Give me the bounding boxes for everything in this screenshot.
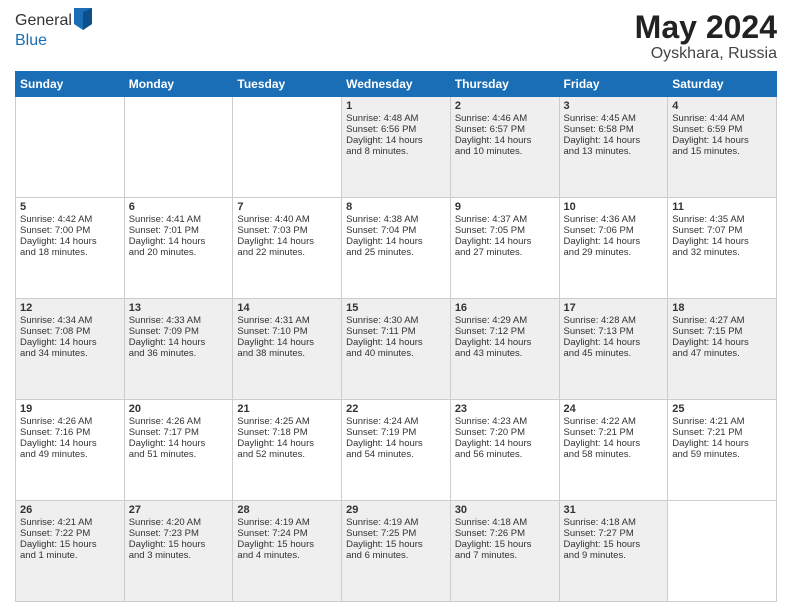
day-number: 10 <box>564 201 664 213</box>
calendar-cell: 30Sunrise: 4:18 AMSunset: 7:26 PMDayligh… <box>450 501 559 602</box>
calendar-cell: 26Sunrise: 4:21 AMSunset: 7:22 PMDayligh… <box>16 501 125 602</box>
calendar: Sunday Monday Tuesday Wednesday Thursday… <box>15 71 777 602</box>
calendar-week-row: 12Sunrise: 4:34 AMSunset: 7:08 PMDayligh… <box>16 299 777 400</box>
day-number: 3 <box>564 100 664 112</box>
calendar-cell: 7Sunrise: 4:40 AMSunset: 7:03 PMDaylight… <box>233 198 342 299</box>
calendar-cell <box>233 97 342 198</box>
logo-general-text: General <box>15 12 72 30</box>
day-number: 2 <box>455 100 555 112</box>
page: General Blue May 2024 Oyskhara, Russia S… <box>0 0 792 612</box>
day-number: 8 <box>346 201 446 213</box>
calendar-cell: 18Sunrise: 4:27 AMSunset: 7:15 PMDayligh… <box>668 299 777 400</box>
day-number: 22 <box>346 403 446 415</box>
calendar-week-row: 26Sunrise: 4:21 AMSunset: 7:22 PMDayligh… <box>16 501 777 602</box>
day-number: 15 <box>346 302 446 314</box>
day-number: 9 <box>455 201 555 213</box>
day-number: 24 <box>564 403 664 415</box>
col-sunday: Sunday <box>16 72 125 97</box>
calendar-cell: 28Sunrise: 4:19 AMSunset: 7:24 PMDayligh… <box>233 501 342 602</box>
calendar-cell: 8Sunrise: 4:38 AMSunset: 7:04 PMDaylight… <box>342 198 451 299</box>
calendar-cell: 3Sunrise: 4:45 AMSunset: 6:58 PMDaylight… <box>559 97 668 198</box>
calendar-header-row: Sunday Monday Tuesday Wednesday Thursday… <box>16 72 777 97</box>
calendar-cell: 11Sunrise: 4:35 AMSunset: 7:07 PMDayligh… <box>668 198 777 299</box>
calendar-cell: 16Sunrise: 4:29 AMSunset: 7:12 PMDayligh… <box>450 299 559 400</box>
calendar-cell: 1Sunrise: 4:48 AMSunset: 6:56 PMDaylight… <box>342 97 451 198</box>
location: Oyskhara, Russia <box>635 45 777 63</box>
calendar-cell: 31Sunrise: 4:18 AMSunset: 7:27 PMDayligh… <box>559 501 668 602</box>
calendar-cell: 13Sunrise: 4:33 AMSunset: 7:09 PMDayligh… <box>124 299 233 400</box>
day-number: 30 <box>455 504 555 516</box>
day-number: 1 <box>346 100 446 112</box>
calendar-week-row: 1Sunrise: 4:48 AMSunset: 6:56 PMDaylight… <box>16 97 777 198</box>
day-number: 4 <box>672 100 772 112</box>
title-block: May 2024 Oyskhara, Russia <box>635 10 777 63</box>
day-number: 26 <box>20 504 120 516</box>
calendar-week-row: 19Sunrise: 4:26 AMSunset: 7:16 PMDayligh… <box>16 400 777 501</box>
calendar-cell: 2Sunrise: 4:46 AMSunset: 6:57 PMDaylight… <box>450 97 559 198</box>
day-number: 20 <box>129 403 229 415</box>
day-number: 16 <box>455 302 555 314</box>
logo-blue-text: Blue <box>15 32 47 49</box>
day-number: 21 <box>237 403 337 415</box>
col-wednesday: Wednesday <box>342 72 451 97</box>
col-monday: Monday <box>124 72 233 97</box>
day-number: 27 <box>129 504 229 516</box>
month-year: May 2024 <box>635 10 777 45</box>
calendar-cell: 22Sunrise: 4:24 AMSunset: 7:19 PMDayligh… <box>342 400 451 501</box>
day-number: 7 <box>237 201 337 213</box>
calendar-cell: 24Sunrise: 4:22 AMSunset: 7:21 PMDayligh… <box>559 400 668 501</box>
calendar-cell <box>16 97 125 198</box>
calendar-cell: 12Sunrise: 4:34 AMSunset: 7:08 PMDayligh… <box>16 299 125 400</box>
calendar-cell: 20Sunrise: 4:26 AMSunset: 7:17 PMDayligh… <box>124 400 233 501</box>
col-friday: Friday <box>559 72 668 97</box>
calendar-cell: 21Sunrise: 4:25 AMSunset: 7:18 PMDayligh… <box>233 400 342 501</box>
day-number: 19 <box>20 403 120 415</box>
day-number: 13 <box>129 302 229 314</box>
day-number: 12 <box>20 302 120 314</box>
logo-icon <box>74 8 92 30</box>
calendar-week-row: 5Sunrise: 4:42 AMSunset: 7:00 PMDaylight… <box>16 198 777 299</box>
col-tuesday: Tuesday <box>233 72 342 97</box>
calendar-cell <box>668 501 777 602</box>
calendar-cell: 5Sunrise: 4:42 AMSunset: 7:00 PMDaylight… <box>16 198 125 299</box>
day-number: 25 <box>672 403 772 415</box>
day-number: 17 <box>564 302 664 314</box>
calendar-cell: 23Sunrise: 4:23 AMSunset: 7:20 PMDayligh… <box>450 400 559 501</box>
logo: General Blue <box>15 10 92 50</box>
day-number: 28 <box>237 504 337 516</box>
day-number: 14 <box>237 302 337 314</box>
day-number: 29 <box>346 504 446 516</box>
day-number: 31 <box>564 504 664 516</box>
calendar-cell: 4Sunrise: 4:44 AMSunset: 6:59 PMDaylight… <box>668 97 777 198</box>
day-number: 5 <box>20 201 120 213</box>
calendar-cell: 19Sunrise: 4:26 AMSunset: 7:16 PMDayligh… <box>16 400 125 501</box>
col-thursday: Thursday <box>450 72 559 97</box>
col-saturday: Saturday <box>668 72 777 97</box>
calendar-cell: 10Sunrise: 4:36 AMSunset: 7:06 PMDayligh… <box>559 198 668 299</box>
calendar-cell: 27Sunrise: 4:20 AMSunset: 7:23 PMDayligh… <box>124 501 233 602</box>
calendar-cell: 6Sunrise: 4:41 AMSunset: 7:01 PMDaylight… <box>124 198 233 299</box>
day-number: 11 <box>672 201 772 213</box>
calendar-cell: 29Sunrise: 4:19 AMSunset: 7:25 PMDayligh… <box>342 501 451 602</box>
calendar-cell: 15Sunrise: 4:30 AMSunset: 7:11 PMDayligh… <box>342 299 451 400</box>
day-number: 23 <box>455 403 555 415</box>
day-number: 6 <box>129 201 229 213</box>
header: General Blue May 2024 Oyskhara, Russia <box>15 10 777 63</box>
calendar-cell: 14Sunrise: 4:31 AMSunset: 7:10 PMDayligh… <box>233 299 342 400</box>
day-number: 18 <box>672 302 772 314</box>
calendar-cell <box>124 97 233 198</box>
calendar-cell: 25Sunrise: 4:21 AMSunset: 7:21 PMDayligh… <box>668 400 777 501</box>
calendar-cell: 9Sunrise: 4:37 AMSunset: 7:05 PMDaylight… <box>450 198 559 299</box>
calendar-cell: 17Sunrise: 4:28 AMSunset: 7:13 PMDayligh… <box>559 299 668 400</box>
